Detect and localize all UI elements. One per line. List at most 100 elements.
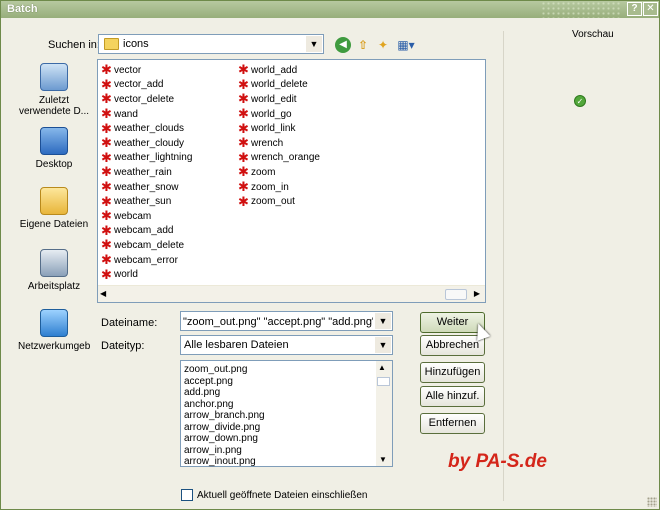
file-icon: ✱ (238, 193, 249, 209)
file-name: weather_rain (114, 166, 172, 178)
file-icon: ✱ (238, 179, 249, 195)
file-icon: ✱ (238, 106, 249, 122)
selected-file-item[interactable]: arrow_branch.png (184, 410, 265, 422)
file-item[interactable]: ✱ weather_cloudy (101, 136, 192, 151)
chevron-down-icon[interactable]: ▼ (306, 36, 322, 52)
selected-file-item[interactable]: arrow_inout.png (184, 456, 265, 468)
scroll-left-icon[interactable]: ◀ (100, 288, 112, 300)
selected-files-list[interactable]: zoom_out.png accept.png add.png anchor.png a… (180, 360, 393, 467)
file-item[interactable]: ✱ vector (101, 63, 192, 78)
file-icon: ✱ (238, 164, 249, 180)
filename-label: Dateiname: (101, 317, 158, 329)
place-label: Eigene Dateien (19, 219, 89, 230)
file-item[interactable]: ✱ webcam_delete (101, 238, 192, 253)
file-item[interactable]: ✱ weather_clouds (101, 121, 192, 136)
file-name: vector_delete (114, 93, 175, 105)
close-button[interactable]: ✕ (643, 2, 658, 16)
file-name: wrench (251, 137, 284, 149)
file-item[interactable]: ✱ world_add (238, 63, 320, 78)
file-item[interactable]: ✱ zoom_out (238, 194, 320, 209)
file-icon: ✱ (238, 91, 249, 107)
file-item[interactable]: ✱ world_go (238, 107, 320, 122)
up-folder-icon[interactable]: ⇧ (355, 37, 371, 53)
file-item[interactable]: ✱ webcam_add (101, 224, 192, 239)
file-icon: ✱ (238, 62, 249, 78)
window-title: Batch (7, 3, 38, 15)
file-item[interactable]: ✱ vector_add (101, 78, 192, 93)
selected-files: zoom_out.png accept.png add.png anchor.png a… (184, 364, 265, 468)
file-name: webcam_delete (114, 239, 185, 251)
file-name: vector (114, 64, 142, 76)
file-name: webcam (114, 210, 152, 222)
file-icon: ✱ (101, 106, 112, 122)
file-item[interactable]: ✱ vector_delete (101, 92, 192, 107)
file-item[interactable]: ✱ wand (101, 107, 192, 122)
selected-file-item[interactable]: accept.png (184, 376, 265, 388)
file-item[interactable]: ✱ webcam_error (101, 253, 192, 268)
filetype-value: Alle lesbaren Dateien (184, 339, 289, 351)
file-name: world_edit (251, 93, 297, 105)
file-item[interactable]: ✱ webcam (101, 209, 192, 224)
file-item[interactable]: ✱ weather_rain (101, 165, 192, 180)
selected-file-item[interactable]: zoom_out.png (184, 364, 265, 376)
checkbox-label: Aktuell geöffnete Dateien einschließen (197, 490, 368, 501)
file-icon: ✱ (101, 237, 112, 253)
back-icon[interactable]: ◀ (335, 37, 351, 53)
resize-grip[interactable] (647, 497, 657, 507)
vertical-scrollbar[interactable]: ▲ ▼ (376, 361, 392, 466)
filename-input[interactable] (183, 314, 373, 329)
file-name: weather_lightning (114, 152, 193, 164)
file-item[interactable]: ✱ zoom_in (238, 180, 320, 195)
help-button[interactable]: ? (627, 2, 642, 16)
place-recent[interactable]: Zuletzt verwendete D... (18, 63, 90, 117)
scroll-thumb[interactable] (445, 289, 467, 300)
filetype-dropdown[interactable]: Alle lesbaren Dateien ▼ (180, 335, 393, 355)
scroll-up-icon[interactable]: ▲ (378, 363, 386, 372)
chevron-down-icon[interactable]: ▼ (375, 337, 391, 353)
selected-file-item[interactable]: arrow_down.png (184, 433, 265, 445)
hinzufuegen-button[interactable]: Hinzufügen (420, 362, 485, 383)
file-list[interactable]: ✱ vector ✱ vector_add ✱ vector_delete ✱ wand ✱ we… (97, 59, 486, 303)
chevron-down-icon[interactable]: ▼ (375, 313, 391, 329)
file-item[interactable]: ✱ wrench_orange (238, 151, 320, 166)
selected-file-item[interactable]: anchor.png (184, 399, 265, 411)
scroll-right-icon[interactable]: ▶ (471, 288, 483, 300)
recent-documents-icon (40, 63, 68, 91)
file-item[interactable]: ✱ weather_snow (101, 180, 192, 195)
views-menu-icon[interactable]: ▦▾ (395, 37, 417, 53)
place-label: Netzwerkumgeb (18, 341, 91, 352)
entfernen-button[interactable]: Entfernen (420, 413, 485, 434)
file-item[interactable]: ✱ world_edit (238, 92, 320, 107)
file-item[interactable]: ✱ weather_lightning (101, 151, 192, 166)
file-icon: ✱ (101, 208, 112, 224)
lookin-label: Suchen in: (48, 39, 100, 51)
alle-hinzufuegen-button[interactable]: Alle hinzuf. (420, 386, 485, 407)
file-name: weather_snow (114, 181, 179, 193)
file-icon: ✱ (238, 76, 249, 92)
filename-combo[interactable]: ▼ (180, 311, 393, 331)
new-folder-icon[interactable]: ✦ (375, 37, 391, 53)
selected-file-item[interactable]: arrow_in.png (184, 445, 265, 457)
horizontal-scrollbar[interactable]: ◀ ▶ (98, 285, 485, 302)
title-bar[interactable]: Batch ? ✕ (1, 1, 659, 18)
file-item[interactable]: ✱ world_delete (238, 78, 320, 93)
file-item[interactable]: ✱ wrench (238, 136, 320, 151)
scroll-thumb[interactable] (377, 377, 390, 386)
scroll-down-icon[interactable]: ▼ (379, 455, 387, 464)
filetype-label: Dateityp: (101, 340, 145, 352)
selected-file-item[interactable]: arrow_divide.png (184, 422, 265, 434)
lookin-dropdown[interactable]: icons ▼ (98, 34, 324, 54)
file-item[interactable]: ✱ weather_sun (101, 194, 192, 209)
file-name: zoom_in (251, 181, 289, 193)
include-open-files-checkbox[interactable] (181, 489, 193, 501)
file-item[interactable]: ✱ world_link (238, 121, 320, 136)
file-item[interactable]: ✱ zoom (238, 165, 320, 180)
selected-file-item[interactable]: add.png (184, 387, 265, 399)
file-icon: ✱ (101, 164, 112, 180)
file-item[interactable]: ✱ world (101, 267, 192, 282)
place-network[interactable]: Netzwerkumgeb (18, 309, 90, 352)
place-desktop[interactable]: Desktop (18, 127, 90, 170)
place-my-documents[interactable]: Eigene Dateien (18, 187, 90, 230)
place-my-computer[interactable]: Arbeitsplatz (18, 249, 90, 292)
file-name: world_delete (251, 79, 308, 91)
